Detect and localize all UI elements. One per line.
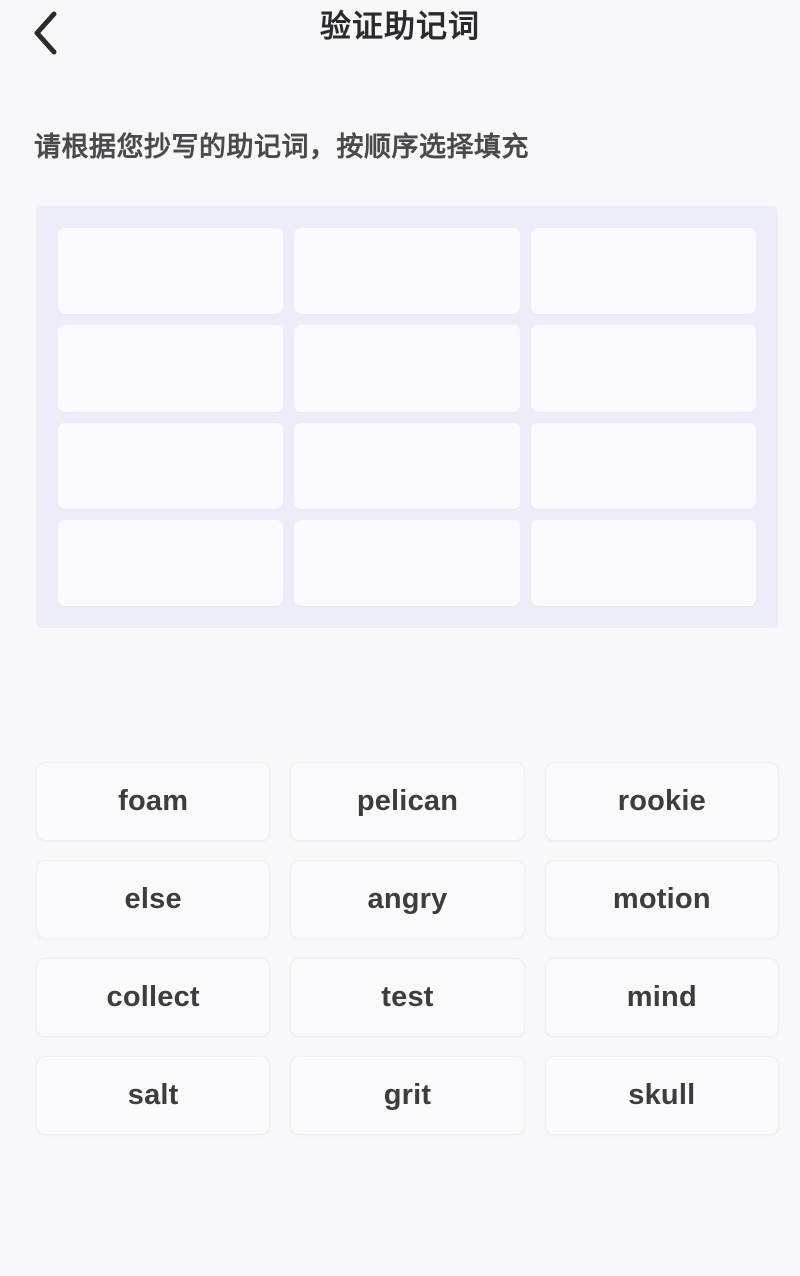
mnemonic-slot[interactable] <box>58 325 284 412</box>
word-chip[interactable]: skull <box>544 1056 779 1135</box>
mnemonic-slots-panel <box>36 206 778 628</box>
mnemonic-slot[interactable] <box>294 325 520 412</box>
mnemonic-slot[interactable] <box>58 228 284 315</box>
word-chip[interactable]: salt <box>36 1056 271 1135</box>
nav-bar: 验证助记词 <box>0 0 800 84</box>
mnemonic-slot[interactable] <box>294 422 520 509</box>
instruction-text: 请根据您抄写的助记词，按顺序选择填充 <box>34 132 529 162</box>
word-chip[interactable]: mind <box>544 958 779 1037</box>
word-chip[interactable]: collect <box>36 958 271 1037</box>
word-chip[interactable]: grit <box>290 1056 525 1135</box>
word-bank: foam pelican rookie else angry motion co… <box>36 762 779 1135</box>
mnemonic-slot[interactable] <box>530 325 756 412</box>
word-chip[interactable]: angry <box>290 860 525 939</box>
word-chip[interactable]: test <box>290 958 525 1037</box>
mnemonic-slot[interactable] <box>530 519 756 606</box>
mnemonic-slot[interactable] <box>58 519 284 606</box>
word-chip[interactable]: else <box>36 860 271 939</box>
mnemonic-slot[interactable] <box>294 519 520 606</box>
mnemonic-slot[interactable] <box>530 422 756 509</box>
mnemonic-slot[interactable] <box>530 228 756 315</box>
word-chip[interactable]: foam <box>36 762 271 841</box>
mnemonic-slot[interactable] <box>294 228 520 315</box>
word-chip[interactable]: rookie <box>544 762 779 841</box>
page-title: 验证助记词 <box>320 9 480 44</box>
word-chip[interactable]: pelican <box>290 762 525 841</box>
word-chip[interactable]: motion <box>544 860 779 939</box>
mnemonic-slot[interactable] <box>58 422 284 509</box>
